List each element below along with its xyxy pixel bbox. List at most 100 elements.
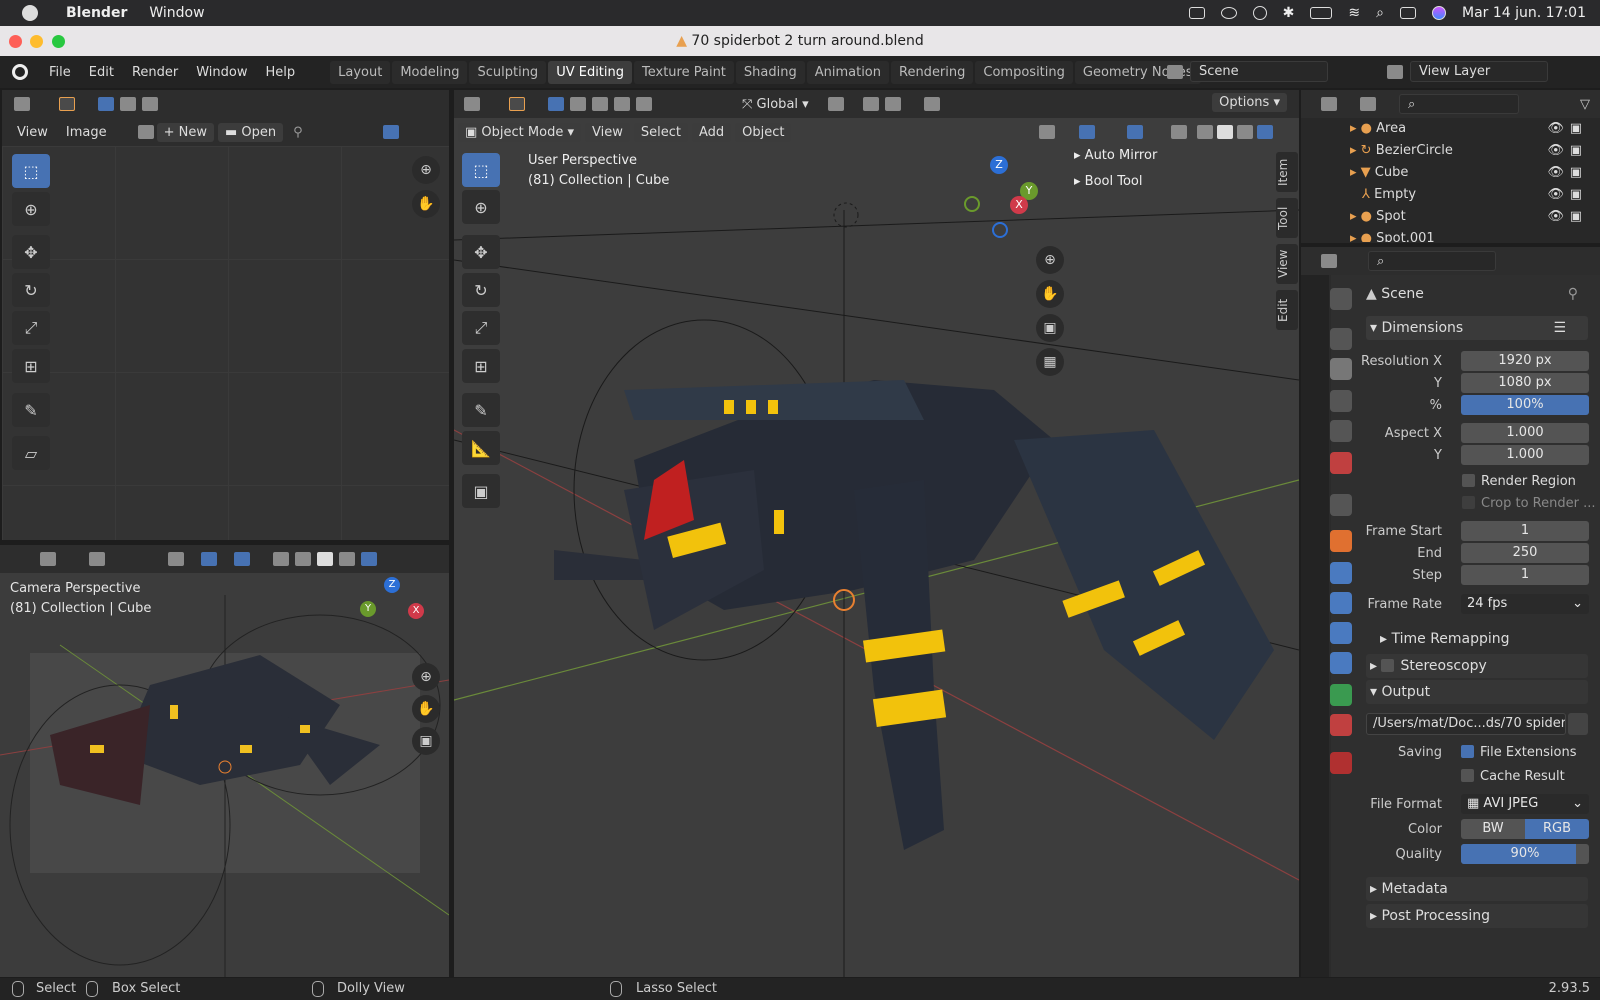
tab-tool[interactable]: Tool <box>1276 198 1298 238</box>
gizmo-z[interactable]: Z <box>384 577 400 593</box>
modifier-tab-icon[interactable] <box>1330 562 1352 584</box>
editor-type-icon[interactable] <box>464 97 480 111</box>
tool-tab-icon[interactable] <box>1330 288 1352 310</box>
camera-viewport[interactable]: Camera Perspective (81) Collection | Cub… <box>0 545 449 977</box>
gizmo-neg-z[interactable] <box>992 222 1008 238</box>
file-format-dropdown[interactable]: ▦ AVI JPEG ⌄ <box>1461 794 1589 814</box>
menu-add[interactable]: Add <box>691 122 732 142</box>
crop-checkbox[interactable] <box>1462 496 1475 509</box>
select-mode-icon[interactable] <box>509 97 525 111</box>
open-image-button[interactable]: ▬ Open <box>217 122 284 142</box>
object-mode-dropdown[interactable]: ▣ Object Mode ▾ <box>458 122 581 142</box>
pivot-icon[interactable] <box>827 97 844 111</box>
menu-image[interactable]: Image <box>59 123 114 142</box>
tab-sculpting[interactable]: Sculpting <box>469 60 547 84</box>
menu-file[interactable]: File <box>40 65 80 80</box>
post-processing-panel-header[interactable]: ▸ Post Processing <box>1366 904 1588 928</box>
tab-modeling[interactable]: Modeling <box>392 60 468 84</box>
filter-icon[interactable]: ▽ <box>1580 97 1590 112</box>
menu-window[interactable]: Window <box>187 65 256 80</box>
pan-hand-icon[interactable]: ✋ <box>412 695 440 723</box>
zoom-icon[interactable]: ⊕ <box>412 663 440 691</box>
frame-step-field[interactable]: 1 <box>1461 565 1589 585</box>
box-select-icon[interactable] <box>98 97 114 111</box>
output-panel-header[interactable]: ▾ Output <box>1366 680 1588 704</box>
display-icon[interactable] <box>1188 7 1205 19</box>
color-bw-button[interactable]: BW <box>1461 819 1525 839</box>
menu-help[interactable]: Help <box>257 65 305 80</box>
render-region-row[interactable]: Render Region <box>1462 474 1600 496</box>
main-viewport[interactable]: ⤧ Global ▾ Options ▾ ▣ Object Mode ▾ Vie… <box>454 90 1299 977</box>
camera-icon[interactable]: ▣ <box>1570 140 1582 162</box>
eye-icon[interactable]: 👁 <box>1547 118 1564 140</box>
viewport-gizmo[interactable]: Z Y X <box>964 154 1044 244</box>
tab-layout[interactable]: Layout <box>330 60 391 84</box>
camera-icon[interactable]: ▣ <box>1570 118 1582 140</box>
cursor-tool[interactable]: ⊕ <box>12 192 50 226</box>
scene-icon[interactable] <box>1167 65 1183 79</box>
tab-rendering[interactable]: Rendering <box>891 60 974 84</box>
image-editor[interactable]: View Image + New ▬ Open ⚲ ⬚ ⊕ ✥ ↻ ⤢ ⊞ ✎ … <box>2 90 449 540</box>
cache-result-checkbox[interactable] <box>1461 769 1474 782</box>
extend-select-icon[interactable] <box>570 97 586 111</box>
resolution-y-field[interactable]: 1080 px <box>1461 373 1589 393</box>
subtract-select-icon[interactable] <box>142 97 158 111</box>
tab-item[interactable]: Item <box>1276 152 1298 192</box>
aspect-y-field[interactable]: 1.000 <box>1461 445 1589 465</box>
file-extensions-checkbox[interactable] <box>1461 745 1474 758</box>
menu-render[interactable]: Render <box>123 65 187 80</box>
view-layer-tab-icon[interactable] <box>1330 390 1352 412</box>
output-path-field[interactable]: /Users/mat/Doc...ds/70 spiderbot <box>1366 713 1566 735</box>
file-extensions-toggle[interactable]: File Extensions <box>1461 745 1576 760</box>
bool-tool-panel[interactable]: ▸ Bool Tool <box>1074 174 1143 189</box>
pin-icon[interactable]: ⚲ <box>1568 282 1578 306</box>
frame-end-field[interactable]: 250 <box>1461 543 1589 563</box>
subtract-select-icon[interactable] <box>592 97 608 111</box>
constraints-tab-icon[interactable] <box>1330 652 1352 674</box>
zoom-icon[interactable]: ⊕ <box>1036 246 1064 274</box>
xray-icon[interactable] <box>1171 125 1187 139</box>
outliner-search[interactable]: ⌕ <box>1399 94 1519 114</box>
properties-search[interactable]: ⌕ <box>1368 251 1496 271</box>
shading-rendered-icon[interactable] <box>1257 125 1273 139</box>
gizmo-x[interactable]: X <box>1010 196 1028 214</box>
scene-selector[interactable]: Scene <box>1190 61 1328 82</box>
apple-icon[interactable] <box>22 5 38 21</box>
gizmo-y[interactable]: Y <box>360 601 376 617</box>
frame-rate-dropdown[interactable]: 24 fps ⌄ <box>1461 594 1589 614</box>
camera-icon[interactable]: ▣ <box>1570 206 1582 228</box>
options-dropdown[interactable]: Options ▾ <box>1212 93 1287 112</box>
time-remapping-subpanel[interactable]: ▸ Time Remapping <box>1380 627 1600 651</box>
render-region-checkbox[interactable] <box>1462 474 1475 487</box>
select-tool[interactable]: ⬚ <box>12 154 50 188</box>
gizmo-toggle-icon[interactable] <box>1079 125 1095 139</box>
siri-icon[interactable] <box>1431 6 1446 20</box>
app-menu[interactable]: Blender <box>66 5 127 21</box>
eye-icon[interactable]: 👁 <box>1547 140 1564 162</box>
tab-edit[interactable]: Edit <box>1276 290 1298 330</box>
world-tab-icon[interactable] <box>1330 452 1352 474</box>
play-icon[interactable] <box>1252 6 1267 20</box>
gizmo-neg-y[interactable] <box>964 196 980 212</box>
filter-view-icon[interactable] <box>1360 97 1376 111</box>
creative-cloud-icon[interactable] <box>1220 7 1237 19</box>
control-center-icon[interactable] <box>1399 7 1416 19</box>
move-tool[interactable]: ✥ <box>462 235 500 269</box>
wifi-icon[interactable]: ≋ <box>1348 5 1360 21</box>
annotate-tool[interactable]: ✎ <box>12 393 50 427</box>
new-image-button[interactable]: + New <box>156 122 214 142</box>
cache-result-toggle[interactable]: Cache Result <box>1461 769 1565 784</box>
pan-hand-icon[interactable]: ✋ <box>412 190 440 218</box>
material-tab-icon[interactable] <box>1330 714 1352 736</box>
ortho-grid-icon[interactable]: ▦ <box>1036 348 1064 376</box>
visibility-icon[interactable] <box>1039 125 1055 139</box>
snap-icon[interactable] <box>862 97 879 111</box>
eye-icon[interactable]: 👁 <box>1547 206 1564 228</box>
search-icon[interactable]: ⌕ <box>1376 5 1384 21</box>
rotate-tool[interactable]: ↻ <box>12 273 50 307</box>
grab-tool[interactable]: ▱ <box>12 436 50 470</box>
select-tool[interactable]: ⬚ <box>462 153 500 187</box>
frame-start-field[interactable]: 1 <box>1461 521 1589 541</box>
proportional-edit-icon[interactable] <box>923 97 940 111</box>
data-tab-icon[interactable] <box>1330 684 1352 706</box>
